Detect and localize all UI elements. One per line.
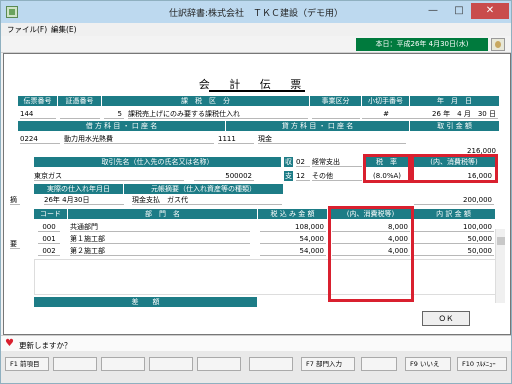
evidence-no-header: 証憑番号 [58, 96, 102, 106]
toolbar: 本日：平成26年 4月30日(水) [1, 36, 511, 53]
f9-button[interactable]: F9 いいえ [405, 357, 451, 371]
purchase-date-header: 実際の仕入れ年月日 [34, 184, 124, 194]
dept-row-0-name: 共通部門 [70, 222, 250, 232]
dept-row-1-inner: 50,000 [414, 234, 494, 244]
receive-name-text: 経常支出 [312, 157, 362, 167]
pay-side-label: 支 [284, 171, 294, 181]
debit-code-field[interactable]: 0224 [20, 134, 60, 144]
dept-name-header: 部 門 名 [68, 209, 258, 219]
menu-edit[interactable]: 編集(E) [51, 24, 77, 35]
calculator-icon[interactable] [491, 38, 505, 51]
f1-button[interactable]: F1 前項目 [5, 357, 49, 371]
dept-row-1-name: 第１施工部 [70, 234, 250, 244]
menu-file[interactable]: ファイル(F) [7, 24, 47, 35]
difference-header: 差 額 [34, 297, 258, 307]
f7-button[interactable]: F7 部門入力 [301, 357, 355, 371]
dept-row-2-amount[interactable]: 54,000 [260, 246, 326, 256]
f2-button[interactable] [53, 357, 97, 371]
summary-side-label: 摘 [10, 195, 20, 205]
f5-button[interactable] [197, 357, 241, 371]
dept-row-0-inner: 100,000 [414, 222, 494, 232]
tax-rate-highlight [363, 154, 411, 183]
dept-code-header: コード [34, 209, 68, 219]
dept-side-label: 要 [10, 239, 20, 249]
minimize-icon[interactable]: — [421, 3, 445, 19]
inner-amount-header: 内 訳 金 額 [412, 209, 496, 219]
f10-button[interactable]: F10 ﾌﾙﾒﾆｭｰ [457, 357, 507, 371]
tax-class-header: 課 税 区 分 [102, 96, 310, 106]
tax-column-highlight [328, 206, 414, 302]
status-message: 更新しますか？ [19, 341, 72, 350]
partner-code-field[interactable]: 500002 [194, 171, 254, 181]
f6-button[interactable] [249, 357, 293, 371]
dept-row-0-amount[interactable]: 108,000 [260, 222, 326, 232]
empty-dept-rows [34, 259, 496, 295]
function-key-bar: F1 前項目 F7 部門入力 F9 いいえ F10 ﾌﾙﾒﾆｭｰ [1, 351, 511, 383]
maximize-icon[interactable]: □ [447, 3, 471, 19]
date-header: 年 月 日 [410, 96, 500, 106]
summary-amount-field[interactable]: 200,000 [414, 195, 494, 205]
credit-code-field[interactable]: 1111 [218, 134, 254, 144]
close-icon[interactable]: ✕ [471, 3, 509, 19]
purchase-date-field[interactable]: 26年 4月30日 [44, 195, 124, 205]
date-field[interactable]: 26 年 4 月 30 日 [410, 109, 498, 119]
tax-amount-highlight [411, 154, 498, 183]
tax-incl-amount-header: 税 込 み 金 額 [258, 209, 328, 219]
partner-name-field[interactable]: 東京ガス [34, 171, 184, 181]
credit-name-text: 現金 [258, 134, 406, 144]
receive-side-label: 収 [284, 157, 294, 167]
voucher-no-header: 伝票番号 [18, 96, 58, 106]
receive-code-field[interactable]: 02 [296, 157, 310, 167]
tax-code-field[interactable]: 5 [104, 109, 124, 119]
dept-scrollbar[interactable] [495, 229, 505, 303]
amount-header: 取 引 金 額 [410, 121, 500, 131]
check-no-field[interactable]: # [362, 109, 410, 119]
title-underline [209, 90, 305, 92]
dept-row-2-code[interactable]: 002 [38, 246, 60, 256]
summary-text-field[interactable]: 現金支払 ガス代 [132, 195, 282, 205]
menu-bar: ファイル(F) 編集(E) [1, 23, 511, 36]
pay-name-text: その他 [312, 171, 362, 181]
summary-header: 元帳摘要（仕入れ資産等の種類） [124, 184, 284, 194]
dept-row-1-amount[interactable]: 54,000 [260, 234, 326, 244]
pay-code-field[interactable]: 12 [296, 171, 310, 181]
partner-header: 取引先名（仕入先の氏名又は名称） [34, 157, 282, 167]
f3-button[interactable] [101, 357, 145, 371]
today-date-label: 本日：平成26年 4月30日(水) [356, 38, 488, 51]
heart-icon: ♥ [5, 338, 14, 349]
scrollbar-thumb[interactable] [497, 237, 505, 245]
application-window: 仕訳辞書:株式会社 ＴＫＣ建設（デモ用） — □ ✕ ファイル(F) 編集(E)… [0, 0, 512, 384]
evidence-no-field[interactable] [60, 109, 100, 119]
debit-header: 借 方 科 目 ・ 口 座 名 [18, 121, 226, 131]
debit-name-text: 動力用水光熱費 [64, 134, 214, 144]
check-no-header: 小切手番号 [362, 96, 410, 106]
voucher-no-field[interactable]: 144 [20, 109, 56, 119]
dept-row-2-inner: 50,000 [414, 246, 494, 256]
ok-button[interactable]: ＯＫ [422, 311, 470, 326]
title-bar: 仕訳辞書:株式会社 ＴＫＣ建設（デモ用） — □ ✕ [1, 1, 511, 23]
tax-desc-text: 課税売上げにのみ要する課税仕入れ [128, 109, 308, 119]
business-class-field[interactable] [312, 109, 360, 119]
dept-row-1-code[interactable]: 001 [38, 234, 60, 244]
business-class-header: 事業区分 [310, 96, 362, 106]
f8-button[interactable] [361, 357, 397, 371]
f4-button[interactable] [149, 357, 193, 371]
status-bar: ♥ 更新しますか？ [1, 335, 511, 351]
dept-row-0-code[interactable]: 000 [38, 222, 60, 232]
dept-row-2-name: 第２施工部 [70, 246, 250, 256]
credit-header: 貸 方 科 目 ・ 口 座 名 [226, 121, 410, 131]
voucher-form: 会 計 伝 票 伝票番号 証憑番号 課 税 区 分 事業区分 小切手番号 年 月… [3, 53, 511, 335]
